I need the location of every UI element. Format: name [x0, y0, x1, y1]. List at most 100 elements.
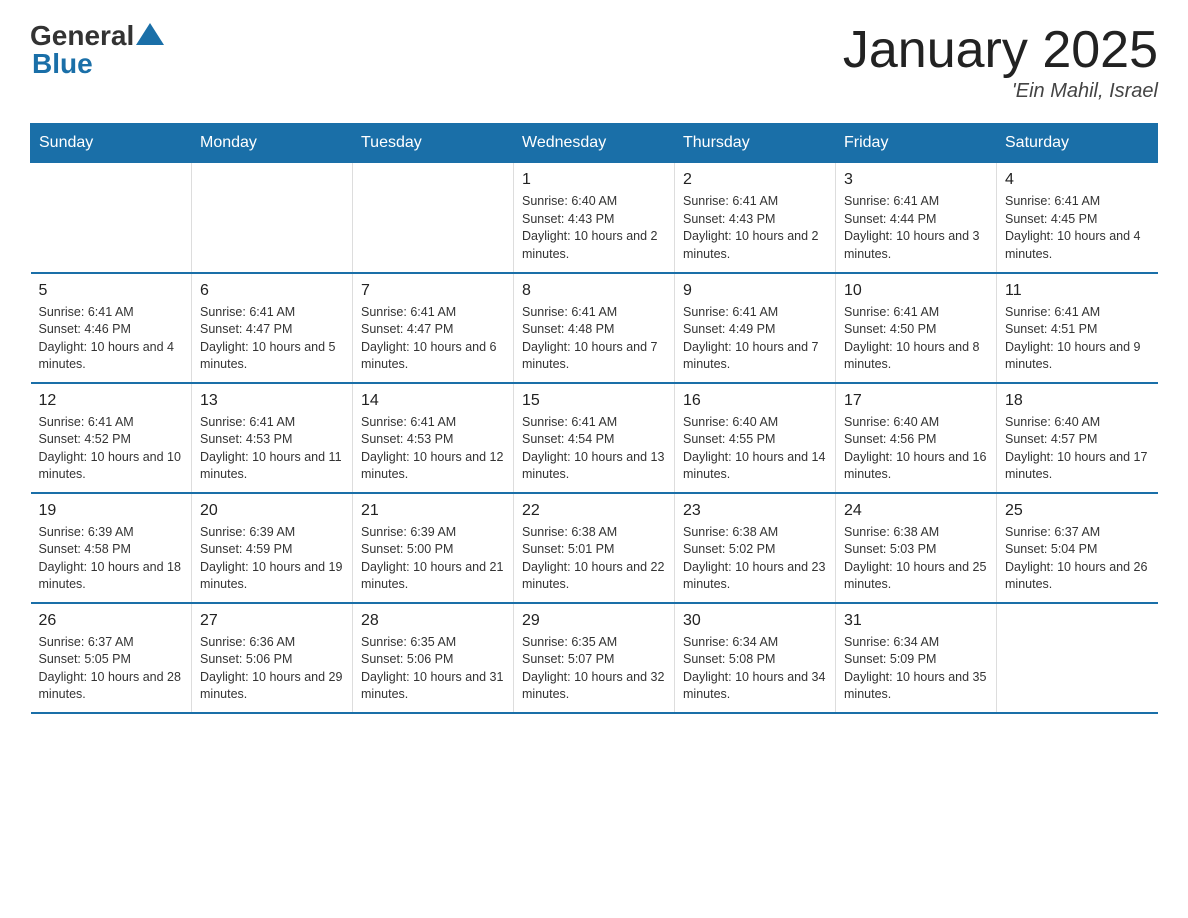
calendar-cell: 16 Sunrise: 6:40 AM Sunset: 4:55 PM Dayli…: [675, 383, 836, 493]
day-number: 5: [39, 282, 184, 300]
calendar-cell: 22 Sunrise: 6:38 AM Sunset: 5:01 PM Dayli…: [514, 493, 675, 603]
day-number: 28: [361, 612, 505, 630]
logo-blue-text: Blue: [32, 48, 93, 80]
calendar-cell: 12 Sunrise: 6:41 AM Sunset: 4:52 PM Dayli…: [31, 383, 192, 493]
day-info: Sunrise: 6:35 AM Sunset: 5:06 PM Dayligh…: [361, 634, 505, 704]
calendar-cell: [31, 163, 192, 273]
page-header: General Blue January 2025 'Ein Mahil, Is…: [30, 20, 1158, 103]
day-number: 16: [683, 392, 827, 410]
day-info: Sunrise: 6:41 AM Sunset: 4:46 PM Dayligh…: [39, 304, 184, 374]
day-number: 6: [200, 282, 344, 300]
calendar-cell: 14 Sunrise: 6:41 AM Sunset: 4:53 PM Dayli…: [353, 383, 514, 493]
calendar-cell: 13 Sunrise: 6:41 AM Sunset: 4:53 PM Dayli…: [192, 383, 353, 493]
day-number: 17: [844, 392, 988, 410]
calendar-title: January 2025: [843, 20, 1158, 80]
calendar-cell: 17 Sunrise: 6:40 AM Sunset: 4:56 PM Dayli…: [836, 383, 997, 493]
day-number: 29: [522, 612, 666, 630]
calendar-cell: 25 Sunrise: 6:37 AM Sunset: 5:04 PM Dayli…: [997, 493, 1158, 603]
calendar-subtitle: 'Ein Mahil, Israel: [843, 80, 1158, 103]
calendar-cell: 29 Sunrise: 6:35 AM Sunset: 5:07 PM Dayli…: [514, 603, 675, 713]
day-info: Sunrise: 6:38 AM Sunset: 5:03 PM Dayligh…: [844, 524, 988, 594]
day-info: Sunrise: 6:41 AM Sunset: 4:48 PM Dayligh…: [522, 304, 666, 374]
day-info: Sunrise: 6:41 AM Sunset: 4:53 PM Dayligh…: [200, 414, 344, 484]
day-info: Sunrise: 6:38 AM Sunset: 5:01 PM Dayligh…: [522, 524, 666, 594]
calendar-cell: 2Sunrise: 6:41 AM Sunset: 4:43 PM Daylig…: [675, 163, 836, 273]
calendar-cell: 19Sunrise: 6:39 AM Sunset: 4:58 PM Dayli…: [31, 493, 192, 603]
calendar-cell: [997, 603, 1158, 713]
day-number: 1: [522, 171, 666, 189]
calendar-header-row: SundayMondayTuesdayWednesdayThursdayFrid…: [31, 124, 1158, 163]
calendar-week-row: 5 Sunrise: 6:41 AM Sunset: 4:46 PM Daylig…: [31, 273, 1158, 383]
calendar-cell: 31 Sunrise: 6:34 AM Sunset: 5:09 PM Dayli…: [836, 603, 997, 713]
day-number: 19: [39, 502, 184, 520]
day-number: 22: [522, 502, 666, 520]
calendar-cell: 8Sunrise: 6:41 AM Sunset: 4:48 PM Daylig…: [514, 273, 675, 383]
day-number: 20: [200, 502, 344, 520]
day-number: 23: [683, 502, 827, 520]
day-number: 4: [1005, 171, 1150, 189]
calendar-week-row: 19Sunrise: 6:39 AM Sunset: 4:58 PM Dayli…: [31, 493, 1158, 603]
day-info: Sunrise: 6:41 AM Sunset: 4:52 PM Dayligh…: [39, 414, 184, 484]
calendar-table: SundayMondayTuesdayWednesdayThursdayFrid…: [30, 123, 1158, 714]
day-info: Sunrise: 6:38 AM Sunset: 5:02 PM Dayligh…: [683, 524, 827, 594]
day-number: 10: [844, 282, 988, 300]
day-info: Sunrise: 6:41 AM Sunset: 4:51 PM Dayligh…: [1005, 304, 1150, 374]
day-number: 26: [39, 612, 184, 630]
calendar-week-row: 12 Sunrise: 6:41 AM Sunset: 4:52 PM Dayli…: [31, 383, 1158, 493]
calendar-week-row: 26Sunrise: 6:37 AM Sunset: 5:05 PM Dayli…: [31, 603, 1158, 713]
calendar-cell: 21Sunrise: 6:39 AM Sunset: 5:00 PM Dayli…: [353, 493, 514, 603]
day-info: Sunrise: 6:40 AM Sunset: 4:56 PM Dayligh…: [844, 414, 988, 484]
day-number: 12: [39, 392, 184, 410]
day-info: Sunrise: 6:41 AM Sunset: 4:53 PM Dayligh…: [361, 414, 505, 484]
day-info: Sunrise: 6:36 AM Sunset: 5:06 PM Dayligh…: [200, 634, 344, 704]
day-number: 3: [844, 171, 988, 189]
day-info: Sunrise: 6:34 AM Sunset: 5:09 PM Dayligh…: [844, 634, 988, 704]
calendar-cell: 6Sunrise: 6:41 AM Sunset: 4:47 PM Daylig…: [192, 273, 353, 383]
day-info: Sunrise: 6:41 AM Sunset: 4:45 PM Dayligh…: [1005, 193, 1150, 263]
calendar-cell: 24 Sunrise: 6:38 AM Sunset: 5:03 PM Dayli…: [836, 493, 997, 603]
calendar-cell: 9 Sunrise: 6:41 AM Sunset: 4:49 PM Daylig…: [675, 273, 836, 383]
day-info: Sunrise: 6:35 AM Sunset: 5:07 PM Dayligh…: [522, 634, 666, 704]
calendar-cell: 4 Sunrise: 6:41 AM Sunset: 4:45 PM Daylig…: [997, 163, 1158, 273]
day-number: 24: [844, 502, 988, 520]
day-number: 7: [361, 282, 505, 300]
calendar-cell: 5 Sunrise: 6:41 AM Sunset: 4:46 PM Daylig…: [31, 273, 192, 383]
day-number: 21: [361, 502, 505, 520]
day-of-week-header: Friday: [836, 124, 997, 163]
logo-triangle-icon: [136, 23, 164, 45]
calendar-cell: 20Sunrise: 6:39 AM Sunset: 4:59 PM Dayli…: [192, 493, 353, 603]
calendar-cell: 26Sunrise: 6:37 AM Sunset: 5:05 PM Dayli…: [31, 603, 192, 713]
day-of-week-header: Monday: [192, 124, 353, 163]
day-number: 13: [200, 392, 344, 410]
day-of-week-header: Tuesday: [353, 124, 514, 163]
day-info: Sunrise: 6:40 AM Sunset: 4:57 PM Dayligh…: [1005, 414, 1150, 484]
calendar-cell: 10Sunrise: 6:41 AM Sunset: 4:50 PM Dayli…: [836, 273, 997, 383]
day-info: Sunrise: 6:37 AM Sunset: 5:04 PM Dayligh…: [1005, 524, 1150, 594]
day-of-week-header: Thursday: [675, 124, 836, 163]
day-info: Sunrise: 6:40 AM Sunset: 4:55 PM Dayligh…: [683, 414, 827, 484]
calendar-cell: 11Sunrise: 6:41 AM Sunset: 4:51 PM Dayli…: [997, 273, 1158, 383]
day-info: Sunrise: 6:41 AM Sunset: 4:49 PM Dayligh…: [683, 304, 827, 374]
logo: General Blue: [30, 20, 164, 80]
calendar-title-area: January 2025 'Ein Mahil, Israel: [843, 20, 1158, 103]
day-number: 25: [1005, 502, 1150, 520]
calendar-cell: 18 Sunrise: 6:40 AM Sunset: 4:57 PM Dayli…: [997, 383, 1158, 493]
day-info: Sunrise: 6:41 AM Sunset: 4:54 PM Dayligh…: [522, 414, 666, 484]
day-number: 30: [683, 612, 827, 630]
day-info: Sunrise: 6:41 AM Sunset: 4:43 PM Dayligh…: [683, 193, 827, 263]
day-of-week-header: Wednesday: [514, 124, 675, 163]
day-info: Sunrise: 6:41 AM Sunset: 4:44 PM Dayligh…: [844, 193, 988, 263]
day-number: 27: [200, 612, 344, 630]
day-number: 18: [1005, 392, 1150, 410]
calendar-cell: [192, 163, 353, 273]
day-info: Sunrise: 6:40 AM Sunset: 4:43 PM Dayligh…: [522, 193, 666, 263]
day-number: 14: [361, 392, 505, 410]
day-number: 9: [683, 282, 827, 300]
calendar-cell: 27 Sunrise: 6:36 AM Sunset: 5:06 PM Dayli…: [192, 603, 353, 713]
day-number: 15: [522, 392, 666, 410]
calendar-cell: 3 Sunrise: 6:41 AM Sunset: 4:44 PM Daylig…: [836, 163, 997, 273]
day-number: 31: [844, 612, 988, 630]
calendar-cell: 7Sunrise: 6:41 AM Sunset: 4:47 PM Daylig…: [353, 273, 514, 383]
calendar-week-row: 1 Sunrise: 6:40 AM Sunset: 4:43 PM Daylig…: [31, 163, 1158, 273]
day-of-week-header: Saturday: [997, 124, 1158, 163]
